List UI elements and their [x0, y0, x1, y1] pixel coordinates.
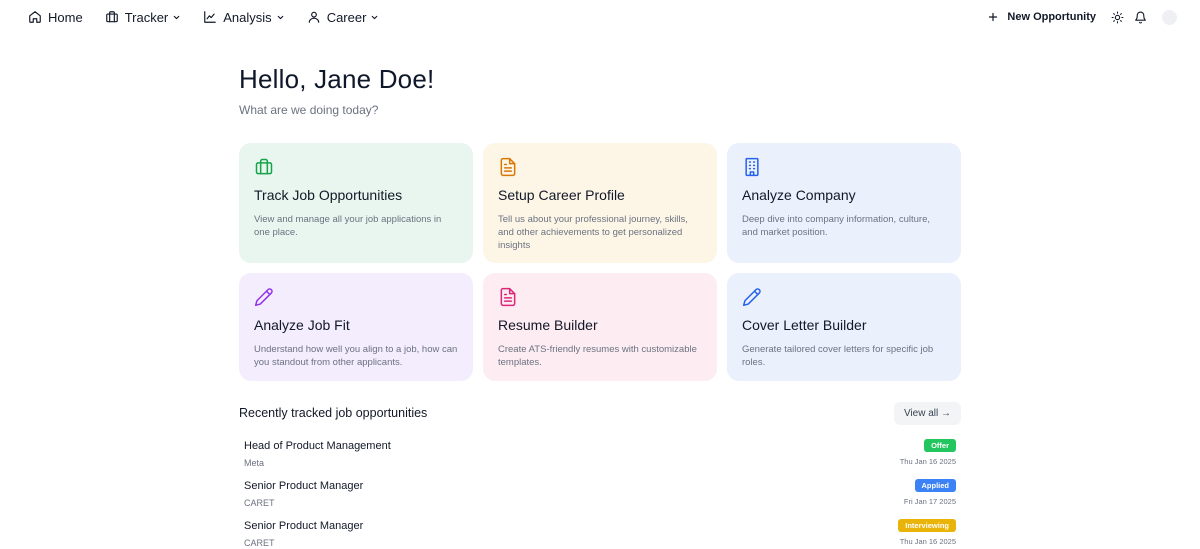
plus-icon [989, 12, 998, 22]
card-title: Analyze Job Fit [254, 317, 350, 333]
chevron-down-icon [173, 15, 180, 19]
list-item[interactable]: Senior Product Manager CARET Interviewin… [244, 517, 956, 549]
card-title: Resume Builder [498, 317, 598, 333]
list-item-meta: Interviewing Thu Jan 16 2025 [898, 517, 956, 549]
card-title: Cover Letter Builder [742, 317, 867, 333]
tracked-date: Thu Jan 16 2025 [899, 537, 956, 546]
nav-item-analysis[interactable]: Analysis [203, 10, 284, 25]
company-name: CARET [244, 498, 275, 508]
status-badge: Applied [914, 479, 956, 492]
page-subtitle: What are we doing today? [239, 103, 379, 117]
card-description: Understand how well you align to a job, … [254, 344, 458, 368]
card-analyze-company[interactable]: Analyze Company Deep dive into company i… [727, 143, 961, 263]
job-title: Senior Product Manager [244, 520, 364, 532]
tracked-date: Fri Jan 17 2025 [903, 497, 956, 506]
chevron-down-icon [372, 15, 378, 19]
nav-right: New Opportunity [987, 9, 1177, 25]
nav-item-label: Analysis [223, 9, 272, 25]
pencil-icon [742, 287, 762, 307]
company-name: CARET [244, 538, 275, 548]
avatar[interactable] [1162, 9, 1177, 25]
card-description: Generate tailored cover letters for spec… [742, 344, 934, 368]
action-cards: Track Job Opportunities View and manage … [239, 143, 961, 381]
list-item[interactable]: Head of Product Management Meta Offer Th… [244, 437, 956, 477]
briefcase-icon [254, 157, 274, 177]
nav-item-label: Tracker [124, 9, 169, 25]
home-icon [29, 11, 41, 23]
list-item-meta: Applied Fri Jan 17 2025 [904, 477, 956, 517]
card-track-job-opportunities[interactable]: Track Job Opportunities View and manage … [239, 143, 473, 263]
card-description: Deep dive into company information, cult… [742, 214, 930, 238]
list-item-info: Senior Product Manager CARET [244, 517, 363, 549]
status-badge: Interviewing [898, 519, 956, 532]
card-setup-career-profile[interactable]: Setup Career Profile Tell us about your … [483, 143, 717, 263]
document-icon [498, 157, 518, 177]
notifications-button[interactable] [1133, 10, 1147, 24]
view-all-button[interactable]: View all → [893, 401, 961, 425]
nav-left: Home Tracker Analysis Career [28, 10, 401, 25]
tracked-date: Thu Jan 16 2025 [899, 457, 956, 466]
list-item-meta: Offer Thu Jan 16 2025 [900, 437, 956, 477]
document-icon [498, 287, 518, 307]
list-item-info: Head of Product Management Meta [244, 437, 391, 477]
job-title: Head of Product Management [244, 440, 391, 452]
status-badge: Offer [924, 439, 956, 452]
list-item-info: Senior Product Manager CARET [244, 477, 363, 517]
card-cover-letter-builder[interactable]: Cover Letter Builder Generate tailored c… [727, 273, 961, 381]
card-description: View and manage all your job application… [254, 214, 442, 238]
nav-item-career[interactable]: Career [307, 10, 380, 25]
card-analyze-job-fit[interactable]: Analyze Job Fit Understand how well you … [239, 273, 473, 381]
theme-toggle-button[interactable] [1110, 10, 1124, 24]
user-icon [308, 11, 319, 23]
nav-item-tracker[interactable]: Tracker [105, 10, 182, 25]
page-title: Hello, Jane Doe! [239, 64, 435, 94]
top-navigation: Home Tracker Analysis Career New Opportu… [0, 0, 1200, 34]
building-icon [742, 157, 762, 177]
card-title: Track Job Opportunities [254, 187, 403, 203]
list-item[interactable]: Senior Product Manager CARET Applied Fri… [244, 477, 956, 517]
greeting: Hello, Jane Doe! What are we doing today… [239, 64, 434, 117]
recent-section-header: Recently tracked job opportunities View … [239, 401, 961, 425]
nav-item-home[interactable]: Home [28, 10, 83, 25]
bell-icon [1134, 11, 1146, 23]
new-opportunity-label: New Opportunity [1007, 11, 1096, 23]
chevron-down-icon [277, 15, 283, 19]
card-description: Tell us about your professional journey,… [498, 214, 688, 251]
card-resume-builder[interactable]: Resume Builder Create ATS-friendly resum… [483, 273, 717, 381]
company-name: Meta [244, 458, 265, 468]
card-description: Create ATS-friendly resumes with customi… [498, 344, 697, 368]
section-title: Recently tracked job opportunities [239, 406, 428, 420]
job-title: Senior Product Manager [244, 480, 364, 492]
recent-opportunities-list: Head of Product Management Meta Offer Th… [244, 437, 956, 549]
sun-icon [1111, 11, 1123, 23]
card-title: Setup Career Profile [498, 187, 625, 203]
nav-item-label: Career [326, 9, 367, 25]
nav-item-label: Home [48, 9, 83, 25]
briefcase-icon [105, 11, 118, 23]
pencil-icon [254, 287, 274, 307]
new-opportunity-button[interactable]: New Opportunity [987, 11, 1096, 23]
card-title: Analyze Company [742, 187, 856, 203]
chart-line-icon [204, 11, 217, 23]
